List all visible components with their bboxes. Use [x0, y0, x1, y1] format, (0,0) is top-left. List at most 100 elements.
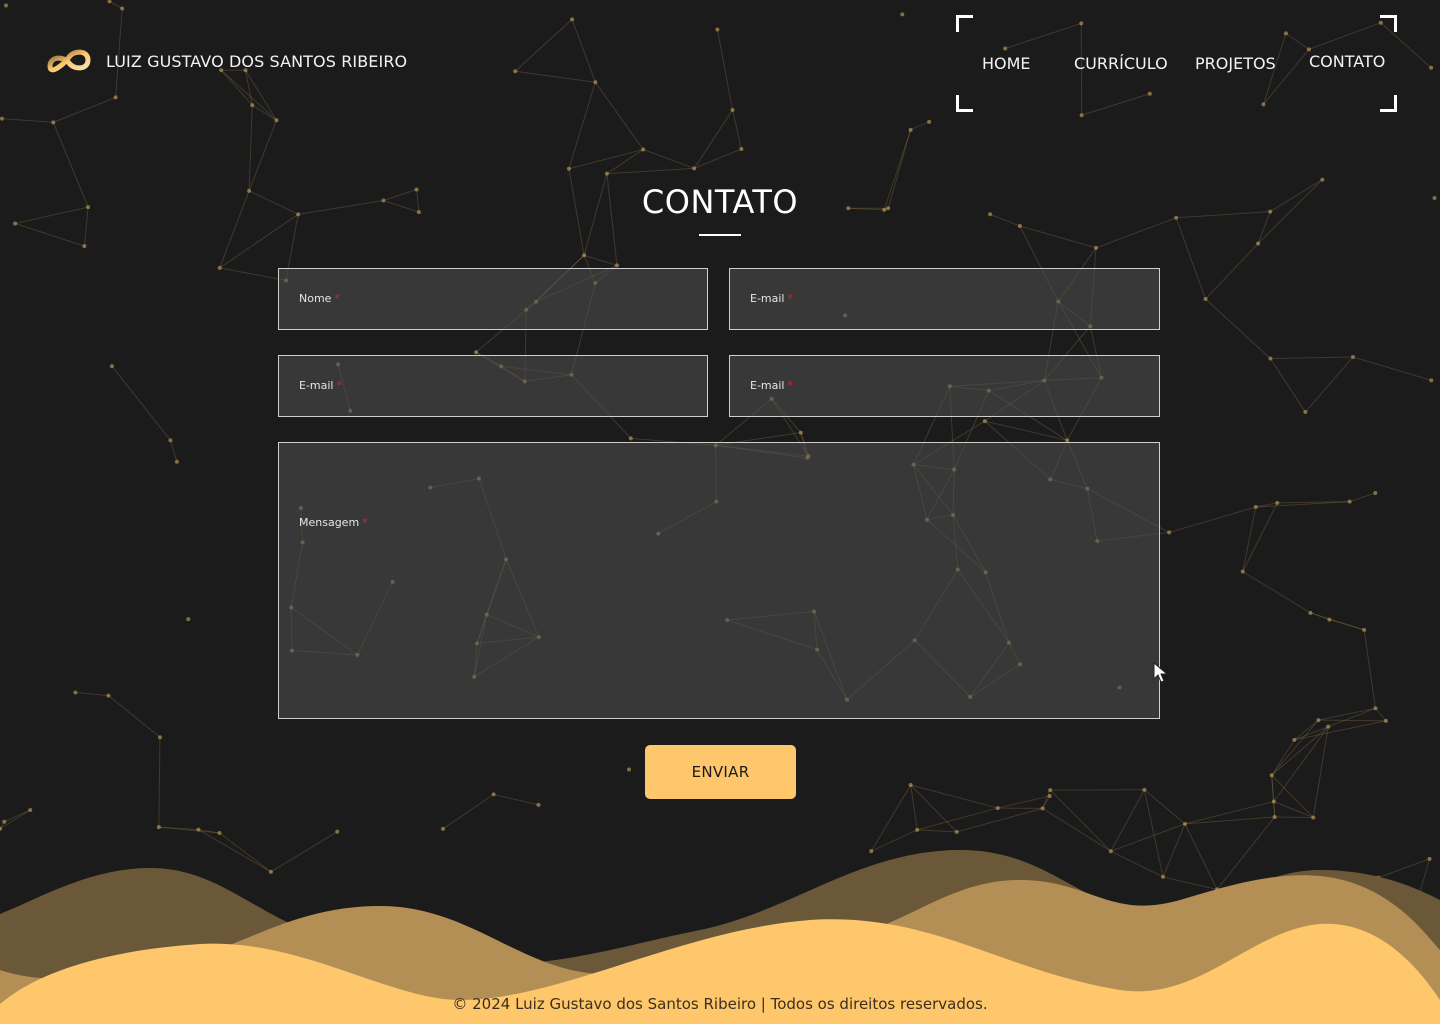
- network-dot: [1275, 500, 1280, 505]
- network-dot: [474, 350, 479, 355]
- nav-item-home[interactable]: HOME: [982, 54, 1031, 73]
- decorative-waves: [0, 850, 1440, 1024]
- network-dot: [1272, 814, 1277, 819]
- network-line: [1168, 506, 1256, 533]
- network-dot: [1268, 356, 1273, 361]
- nav-item-projetos[interactable]: PROJETOS: [1195, 54, 1276, 73]
- infinity-logo-icon: [47, 49, 91, 73]
- network-line: [583, 254, 618, 266]
- network-dot: [1373, 491, 1378, 496]
- network-dot: [1040, 806, 1045, 811]
- network-line: [219, 267, 287, 282]
- network-dot: [1240, 569, 1245, 574]
- email-field-2[interactable]: E-mail *: [278, 355, 708, 417]
- network-line: [1349, 492, 1376, 503]
- network-dot: [798, 430, 803, 435]
- page-title: CONTATO: [641, 183, 799, 221]
- network-dot: [1203, 297, 1208, 302]
- network-line: [1318, 719, 1386, 722]
- network-line: [1242, 502, 1278, 572]
- network-dot: [168, 438, 173, 443]
- required-asterisk: *: [787, 379, 794, 392]
- network-dot: [1256, 241, 1261, 246]
- network-dot: [1311, 815, 1316, 820]
- message-field-label: Mensagem *: [299, 516, 368, 529]
- network-dot: [1362, 627, 1367, 632]
- network-dot: [1316, 718, 1321, 723]
- network-dot: [1017, 224, 1022, 229]
- network-dot: [109, 364, 114, 369]
- network-dot: [1271, 799, 1276, 804]
- network-dot: [1347, 499, 1352, 504]
- network-dot: [217, 265, 222, 270]
- message-textarea[interactable]: Mensagem *: [278, 442, 1160, 719]
- network-dot: [1269, 773, 1274, 778]
- network-dot: [1094, 245, 1099, 250]
- network-dot: [627, 767, 632, 772]
- nav-item-curriculo[interactable]: CURRÍCULO: [1074, 54, 1168, 73]
- name-field-label: Nome *: [299, 292, 340, 305]
- network-line: [1095, 217, 1177, 249]
- network-dot: [174, 459, 179, 464]
- network-dot: [106, 693, 111, 698]
- network-line: [1271, 739, 1295, 776]
- network-dot: [13, 221, 18, 226]
- email-field-label: E-mail *: [750, 292, 793, 305]
- network-line: [75, 691, 109, 697]
- network-line: [219, 213, 299, 269]
- required-asterisk: *: [336, 379, 343, 392]
- footer-copyright: © 2024 Luiz Gustavo dos Santos Ribeiro |…: [452, 995, 988, 1013]
- network-dot: [1350, 355, 1355, 360]
- network-dot: [641, 147, 646, 152]
- network-dot: [1429, 378, 1434, 383]
- network-line: [1242, 506, 1257, 572]
- network-line: [1273, 801, 1314, 818]
- network-line: [1271, 726, 1329, 776]
- network-line: [1312, 726, 1329, 818]
- network-dot: [1383, 718, 1388, 723]
- message-field-label-text: Mensagem: [299, 516, 360, 529]
- network-line: [997, 795, 1050, 809]
- network-line: [1269, 358, 1306, 413]
- network-dot: [614, 263, 619, 268]
- network-dot: [982, 419, 987, 424]
- network-line: [1304, 356, 1354, 413]
- nav-frame-corner-top-right: [1380, 15, 1397, 32]
- name-field-label-text: Nome: [299, 292, 332, 305]
- network-dot: [995, 806, 1000, 811]
- email-field-3[interactable]: E-mail *: [729, 355, 1160, 417]
- network-line: [1271, 775, 1276, 818]
- brand[interactable]: LUIZ GUSTAVO DOS SANTOS RIBEIRO: [46, 44, 407, 78]
- network-dot: [73, 690, 78, 695]
- nav-frame-corner-bottom-right: [1380, 95, 1397, 112]
- nav-item-contato[interactable]: CONTATO: [1309, 52, 1385, 71]
- network-line: [158, 737, 161, 828]
- network-line: [693, 148, 742, 169]
- network-line: [984, 420, 1068, 441]
- network-dot: [692, 166, 697, 171]
- network-dot: [491, 792, 496, 797]
- submit-button[interactable]: ENVIAR: [645, 745, 796, 799]
- network-line: [1352, 356, 1432, 381]
- network-line: [1318, 707, 1376, 721]
- network-dot: [28, 808, 33, 813]
- email-field-3-label-text: E-mail: [750, 379, 785, 392]
- network-dot: [1253, 505, 1258, 510]
- email-field[interactable]: E-mail *: [729, 268, 1160, 330]
- nav-frame-corner-top-left: [956, 15, 973, 32]
- required-asterisk: *: [787, 292, 794, 305]
- name-field[interactable]: Nome *: [278, 268, 708, 330]
- network-dot: [628, 436, 633, 441]
- network-line: [1205, 298, 1271, 359]
- network-dot: [1048, 788, 1053, 793]
- nav-frame-corner-bottom-left: [956, 95, 973, 112]
- network-dot: [1167, 530, 1172, 535]
- email-field-2-label: E-mail *: [299, 379, 342, 392]
- network-line: [1270, 356, 1353, 359]
- network-dot: [566, 166, 571, 171]
- network-line: [910, 784, 998, 809]
- network-dot: [82, 244, 87, 249]
- required-asterisk: *: [334, 292, 340, 305]
- network-line: [111, 365, 171, 441]
- network-dot: [1047, 794, 1052, 799]
